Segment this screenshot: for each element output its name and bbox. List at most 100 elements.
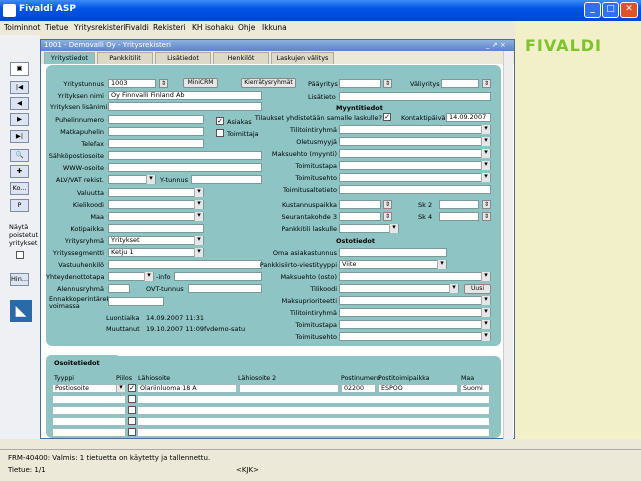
yrityksen-nimi-field[interactable]: Oy Finnvalli Finland Ab bbox=[108, 91, 262, 100]
address-type-dropdown[interactable]: Postiosoite bbox=[52, 384, 126, 393]
vastuuhenkilo-field[interactable] bbox=[108, 260, 262, 269]
minimize-button[interactable]: _ bbox=[584, 2, 601, 18]
sk4-lov-button[interactable]: ⇕ bbox=[482, 212, 491, 221]
puhelin-field[interactable] bbox=[108, 115, 204, 124]
tab-yritystiedot[interactable]: Yritystiedot bbox=[44, 52, 95, 64]
oletusmyyja-dropdown[interactable] bbox=[339, 137, 491, 146]
tilaukset-yhdistetaan-checkbox[interactable]: ✓ bbox=[383, 113, 391, 121]
address-empty-checkbox[interactable] bbox=[128, 395, 136, 403]
address-empty-checkbox[interactable] bbox=[128, 417, 136, 425]
kontaktipaiva-field[interactable]: 14.09.2007 bbox=[446, 113, 491, 122]
yrityssegmentti-dropdown[interactable]: Ketju 1 bbox=[108, 248, 204, 257]
address-empty-checkbox[interactable] bbox=[128, 428, 136, 436]
toimittaja-checkbox[interactable] bbox=[216, 129, 224, 137]
hin-button[interactable]: Hin... bbox=[10, 273, 29, 286]
telefax-field[interactable] bbox=[108, 139, 204, 148]
address-maa[interactable]: Suomi bbox=[460, 384, 490, 393]
menu-toiminnot[interactable]: Toiminnot bbox=[4, 23, 40, 32]
next-record-icon[interactable]: ▶ bbox=[10, 113, 29, 126]
menu-kh-isohaku[interactable]: KH isohaku bbox=[192, 23, 234, 32]
maksuehto-myynti-dropdown[interactable] bbox=[339, 149, 491, 158]
tilitointiryhma-osto-dropdown[interactable] bbox=[339, 308, 491, 317]
address-empty-row[interactable] bbox=[52, 417, 126, 426]
ennakkoperinta-field[interactable] bbox=[108, 297, 164, 306]
tilikoodi-dropdown[interactable] bbox=[339, 284, 459, 293]
yhteydenottotapa-dropdown[interactable] bbox=[108, 272, 154, 281]
kotipaikka-field[interactable] bbox=[108, 224, 204, 233]
sahkoposti-field[interactable] bbox=[108, 151, 262, 160]
osoitetiedot-tab[interactable]: Osoitetiedot bbox=[46, 355, 121, 369]
tab-henkilot[interactable]: Henkilöt bbox=[213, 52, 269, 64]
valuutta-dropdown[interactable] bbox=[108, 188, 204, 197]
address-empty-row[interactable] bbox=[52, 406, 126, 415]
child-window-controls[interactable]: _ ↗ × bbox=[486, 41, 506, 49]
uusi-button[interactable]: Uusi bbox=[464, 284, 491, 294]
address-hidden-checkbox[interactable]: ✓ bbox=[128, 384, 136, 392]
sk2-field[interactable] bbox=[439, 200, 479, 209]
kustannuspaikka-lov-button[interactable]: ⇕ bbox=[383, 200, 392, 209]
menu-yritysrekisteri[interactable]: Yritysrekisteri bbox=[74, 23, 126, 32]
alennusryhma-field[interactable] bbox=[108, 284, 130, 293]
sk2-lov-button[interactable]: ⇕ bbox=[482, 200, 491, 209]
menu-ohje[interactable]: Ohje bbox=[238, 23, 255, 32]
seurantakohde-lov-button[interactable]: ⇕ bbox=[383, 212, 392, 221]
maximize-button[interactable]: □ bbox=[602, 2, 619, 18]
tilitointiryhma-dropdown[interactable] bbox=[339, 125, 491, 134]
valiyritys-lov-button[interactable]: ⇕ bbox=[482, 79, 491, 88]
matkapuhelin-field[interactable] bbox=[108, 127, 204, 136]
search-icon[interactable]: 🔍 bbox=[10, 149, 29, 162]
vertical-scrollbar[interactable] bbox=[503, 51, 513, 439]
address-postinumero[interactable]: 02200 bbox=[341, 384, 376, 393]
toimitusehto-osto-dropdown[interactable] bbox=[339, 332, 491, 341]
address-empty-row[interactable] bbox=[52, 395, 126, 404]
asiakas-checkbox[interactable]: ✓ bbox=[216, 117, 224, 125]
new-record-icon[interactable]: ✚ bbox=[10, 165, 29, 178]
kustannuspaikka-field[interactable] bbox=[339, 200, 381, 209]
maa-dropdown[interactable] bbox=[108, 212, 204, 221]
save-icon[interactable]: ▣ bbox=[10, 62, 29, 76]
address-empty-row[interactable] bbox=[137, 406, 490, 415]
toimitustapa-myynti-dropdown[interactable] bbox=[339, 161, 491, 170]
address-lahiosoite2[interactable] bbox=[239, 384, 339, 393]
yritystunnus-field[interactable]: 1003 bbox=[108, 79, 156, 88]
address-empty-row[interactable] bbox=[137, 428, 490, 437]
kielikoodi-dropdown[interactable] bbox=[108, 200, 204, 209]
tab-laskujen-valitys[interactable]: Laskujen välitys bbox=[271, 52, 334, 64]
pankkitili-dropdown[interactable] bbox=[339, 224, 399, 233]
address-lahiosoite[interactable]: Olariinluoma 18 A bbox=[137, 384, 237, 393]
menu-fivaldi[interactable]: Fivaldi bbox=[125, 23, 149, 32]
paayritys-lov-button[interactable]: ⇕ bbox=[383, 79, 392, 88]
paayritys-field[interactable] bbox=[339, 79, 381, 88]
pankkisiirto-viestityyppi-dropdown[interactable]: Viite bbox=[339, 260, 447, 269]
ko-button[interactable]: Ko... bbox=[10, 182, 29, 195]
oma-asiakastunnus-field[interactable] bbox=[339, 248, 447, 257]
alv-dropdown[interactable] bbox=[108, 175, 156, 184]
address-empty-row[interactable] bbox=[52, 428, 126, 437]
close-button[interactable]: ✕ bbox=[620, 2, 638, 18]
lisatieto-field[interactable] bbox=[339, 92, 491, 101]
address-empty-checkbox[interactable] bbox=[128, 406, 136, 414]
yritystunnus-lov-button[interactable]: ⇕ bbox=[159, 79, 168, 88]
valiyritys-field[interactable] bbox=[441, 79, 479, 88]
toimitustapa-osto-dropdown[interactable] bbox=[339, 320, 491, 329]
seurantakohde-field[interactable] bbox=[339, 212, 381, 221]
tab-pankkitilit[interactable]: Pankkitilit bbox=[97, 52, 153, 64]
maksuehto-osto-dropdown[interactable] bbox=[339, 272, 491, 281]
minicrm-button[interactable]: MiniCRM bbox=[183, 78, 218, 88]
menu-ikkuna[interactable]: Ikkuna bbox=[262, 23, 287, 32]
tab-lisatiedot[interactable]: Lisätiedot bbox=[155, 52, 211, 64]
kierratysryhmat-button[interactable]: Kierrätysryhmät bbox=[241, 78, 296, 88]
www-field[interactable] bbox=[108, 163, 262, 172]
menu-rekisteri[interactable]: Rekisteri bbox=[153, 23, 186, 32]
lisanimi-field[interactable] bbox=[108, 102, 262, 111]
address-postitoimipaikka[interactable]: ESPOO bbox=[378, 384, 458, 393]
address-empty-row[interactable] bbox=[137, 417, 490, 426]
menu-tietue[interactable]: Tietue bbox=[45, 23, 68, 32]
previous-record-icon[interactable]: ◀ bbox=[10, 97, 29, 110]
toimitusehto-myynti-dropdown[interactable] bbox=[339, 173, 491, 182]
toimitusaltetieto-field[interactable] bbox=[339, 185, 491, 194]
first-record-icon[interactable]: |◀ bbox=[10, 81, 29, 94]
yritysryhma-dropdown[interactable]: Yritykset bbox=[108, 236, 204, 245]
sk4-field[interactable] bbox=[439, 212, 479, 221]
last-record-icon[interactable]: ▶| bbox=[10, 130, 29, 143]
